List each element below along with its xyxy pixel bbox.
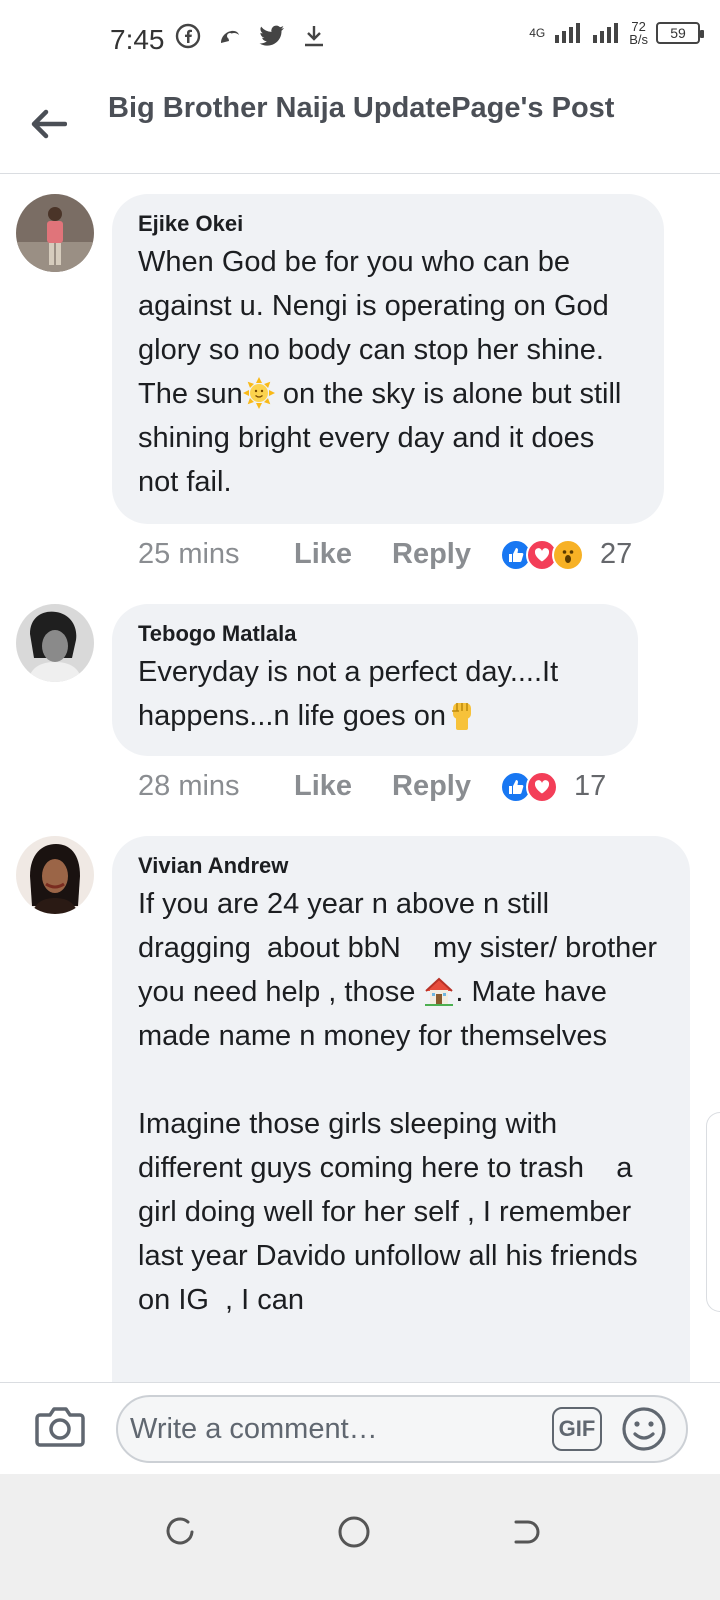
comment-bubble[interactable]: Ejike Okei When God be for you who can b… [112,194,664,524]
cell-signal-2-icon [593,23,619,43]
comment-text: Everyday is not a perfect day....It happ… [138,656,567,732]
status-time: 7:45 [110,24,165,55]
comment-time[interactable]: 28 mins [138,770,294,803]
battery-indicator: 59 [656,22,704,44]
comment-bubble[interactable]: Tebogo Matlala Everyday is not a perfect… [112,604,638,756]
house-emoji [423,975,455,1007]
scroll-handle[interactable] [706,1112,720,1312]
facebook-icon [174,22,202,50]
download-icon [300,22,328,50]
post-header: Big Brother Naija UpdatePage's Post [0,80,720,174]
comment-author[interactable]: Ejike Okei [138,208,638,240]
comment-author[interactable]: Vivian Andrew [138,850,664,882]
network-type: 4G [529,26,546,40]
like-button[interactable]: Like [294,770,392,803]
comment-composer: GIF [0,1382,720,1474]
cell-signal-icon [555,23,581,43]
recents-button[interactable] [152,1504,208,1560]
comment-author[interactable]: Tebogo Matlala [138,618,612,650]
arrow-left-icon [31,109,67,139]
reaction-count: 17 [574,770,607,802]
back-nav-icon [514,1520,540,1544]
comment-text: When God be for you who can be against u… [138,246,630,498]
reactions-summary[interactable]: 27 [500,538,632,571]
reactions-summary[interactable]: 17 [500,770,606,803]
status-bar: 7:45 4G 72 B/s 59 [0,0,720,80]
comment-bubble[interactable]: Vivian Andrew If you are 24 year n above… [112,836,690,1436]
back-nav-button[interactable] [496,1504,552,1560]
network-speed: 72 B/s [629,19,648,47]
comment-actions: 28 mins Like Reply 17 [138,770,606,803]
raised-fist-emoji [446,699,478,731]
reply-button[interactable]: Reply [392,538,500,571]
recents-icon [166,1517,194,1545]
avatar[interactable] [16,194,94,272]
wow-reaction-icon [552,538,584,571]
home-circle-icon [338,1516,370,1548]
system-status: 4G 72 B/s 59 [529,19,704,47]
like-button[interactable]: Like [294,538,392,571]
twitter-icon [258,22,286,50]
comment-time[interactable]: 25 mins [138,538,294,571]
signal-app-icon [216,22,244,50]
back-button[interactable] [26,102,70,146]
camera-icon [35,1407,85,1447]
system-navigation-bar [0,1474,720,1600]
avatar[interactable] [16,604,94,682]
reply-button[interactable]: Reply [392,770,500,803]
reaction-count: 27 [600,538,633,570]
notification-icons [174,22,328,50]
smiley-icon [622,1407,666,1451]
comment-text: If you are 24 year n above n still dragg… [138,888,666,1316]
home-button[interactable] [326,1504,382,1560]
page-title: Big Brother Naija UpdatePage's Post [108,92,615,124]
sticker-button[interactable] [620,1405,668,1453]
comment-actions: 25 mins Like Reply 27 [138,538,632,571]
camera-button[interactable] [34,1403,86,1451]
sun-face-emoji [242,377,275,409]
gif-button[interactable]: GIF [552,1407,602,1451]
comment-input[interactable] [116,1395,688,1463]
love-reaction-icon [526,770,558,803]
avatar[interactable] [16,836,94,914]
